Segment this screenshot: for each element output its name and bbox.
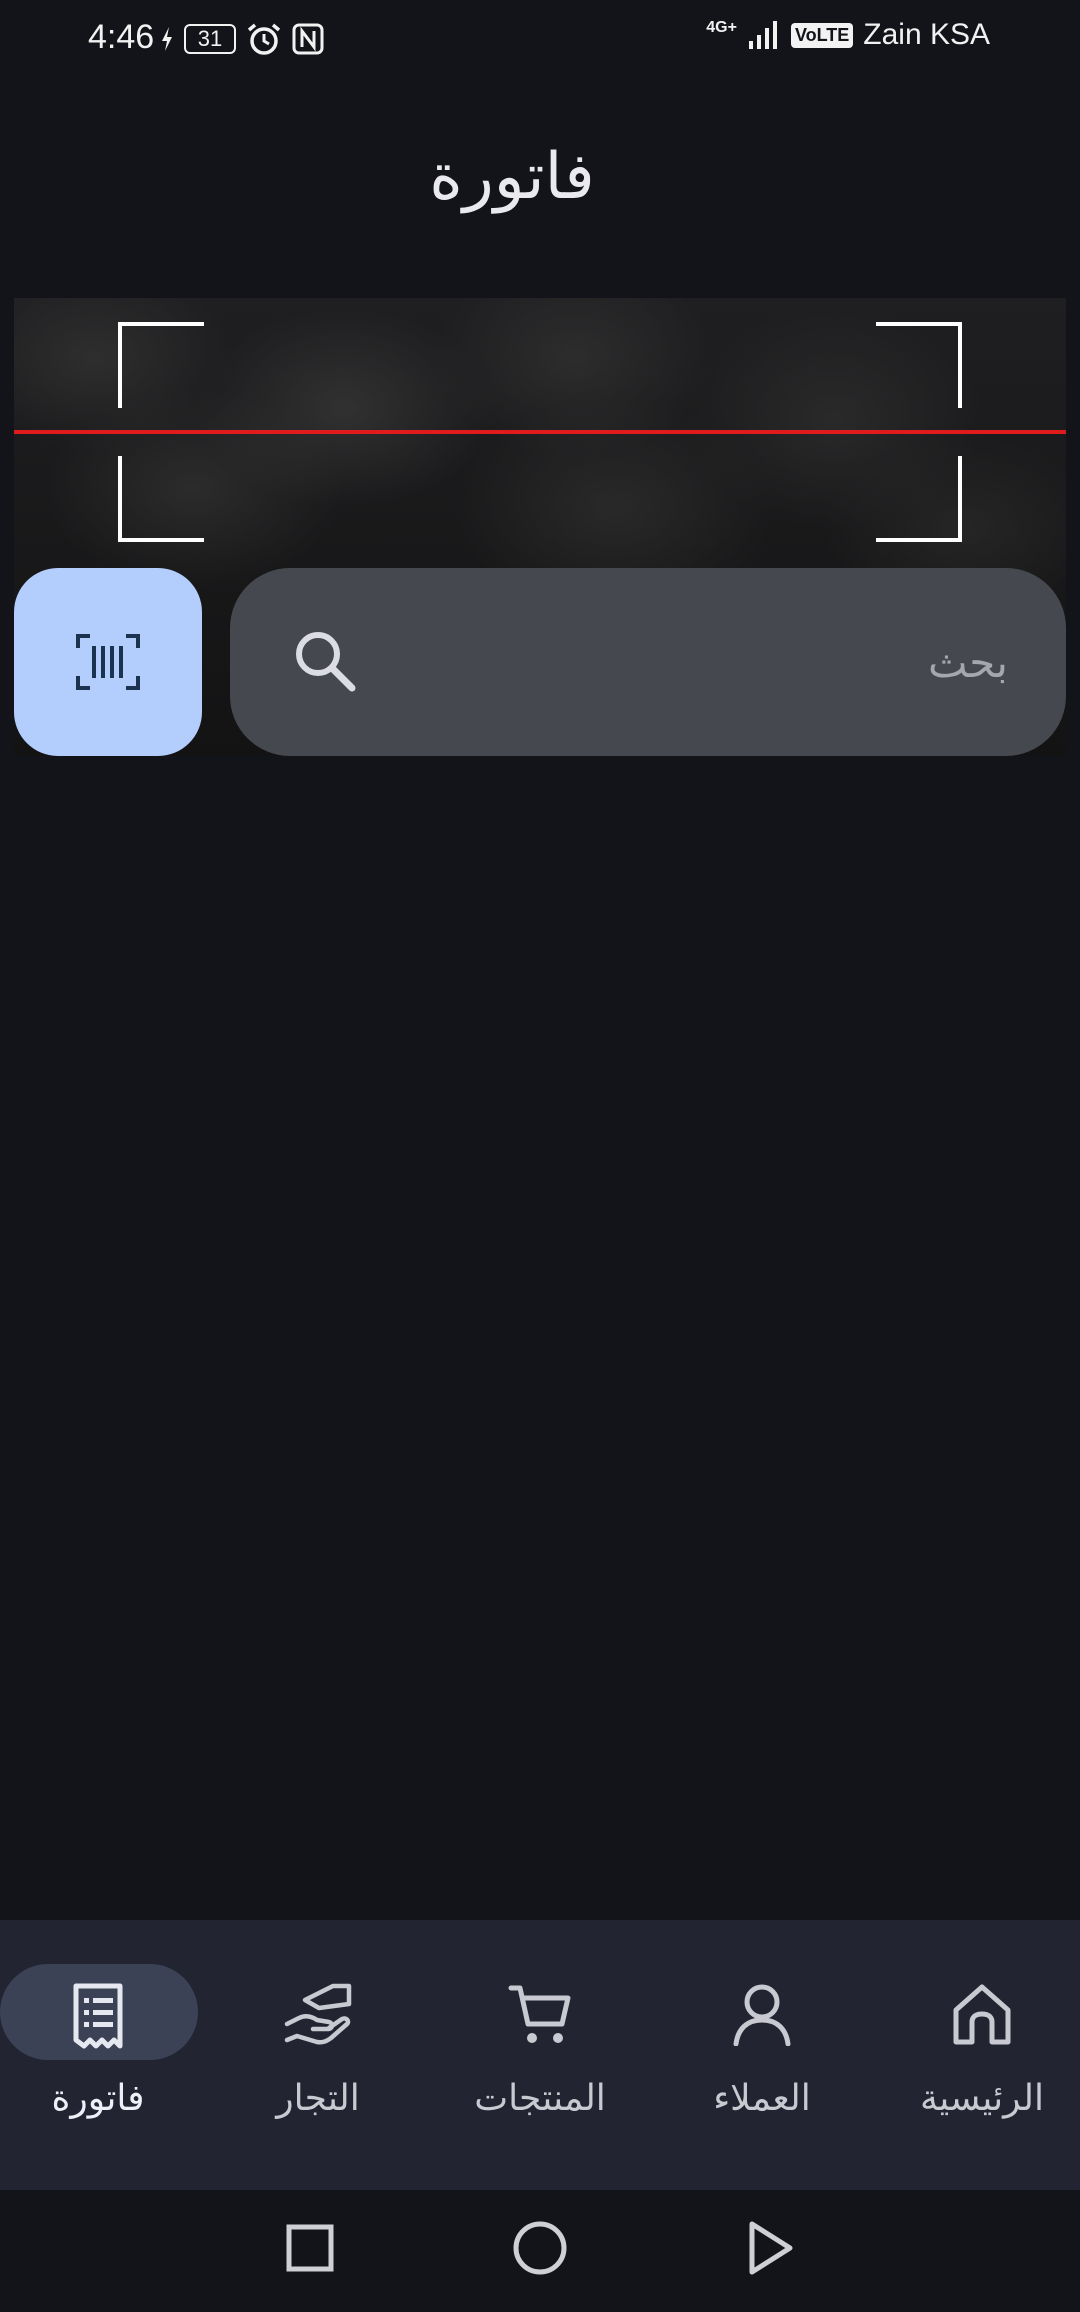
back-button[interactable]: [746, 2220, 794, 2280]
search-bar[interactable]: [230, 568, 1066, 756]
status-bar: 4:46 31 4G+ VoLTE Zain KSA: [0, 0, 1080, 80]
hand-icon: [283, 1982, 353, 2052]
scan-frame-corner-top-right: [876, 322, 962, 408]
bottom-navigation: فاتورة التجار المنتجات العملاء الرئيسية: [0, 1920, 1080, 2190]
nav-item-merchants[interactable]: التجار: [208, 1920, 428, 2190]
scan-frame-corner-bottom-left: [118, 456, 204, 542]
system-navigation-bar: [0, 2190, 1080, 2312]
nav-label: فاتورة: [51, 2078, 145, 2119]
scan-frame-corner-top-left: [118, 322, 204, 408]
nav-item-home[interactable]: الرئيسية: [872, 1920, 1080, 2190]
status-right: 4G+ VoLTE Zain KSA: [706, 18, 990, 52]
status-left-icons: 31: [160, 22, 324, 56]
scan-line: [14, 430, 1066, 434]
nav-item-invoice[interactable]: فاتورة: [0, 1920, 220, 2190]
scan-frame-corner-bottom-right: [876, 456, 962, 542]
square-icon: [286, 2224, 334, 2272]
barcode-icon: [76, 634, 140, 690]
nav-item-customers[interactable]: العملاء: [652, 1920, 872, 2190]
volte-badge: VoLTE: [790, 22, 854, 48]
alarm-icon: [247, 23, 281, 55]
receipt-icon: [68, 1982, 128, 2054]
person-icon: [732, 1982, 792, 2050]
triangle-back-icon: [749, 2221, 793, 2275]
cart-icon: [508, 1982, 572, 2050]
nav-item-products[interactable]: المنتجات: [430, 1920, 650, 2190]
network-type: 4G+: [706, 19, 737, 36]
barcode-scan-button[interactable]: [14, 568, 202, 756]
status-time: 4:46: [88, 18, 155, 56]
nfc-icon: [292, 23, 324, 55]
nav-label: الرئيسية: [920, 2078, 1044, 2119]
search-input[interactable]: [410, 622, 1010, 702]
home-button[interactable]: [512, 2220, 568, 2280]
recents-button[interactable]: [286, 2224, 334, 2276]
carrier-name: Zain KSA: [863, 18, 990, 51]
search-icon: [290, 626, 360, 700]
home-icon: [950, 1982, 1014, 2052]
nav-label: العملاء: [713, 2078, 811, 2119]
charging-icon: [162, 27, 172, 51]
nav-label: التجار: [276, 2078, 360, 2119]
signal-icon: [748, 21, 777, 49]
circle-icon: [513, 2221, 567, 2275]
battery-indicator: 31: [184, 24, 236, 54]
page-title: فاتورة: [429, 140, 595, 214]
nav-label: المنتجات: [474, 2078, 606, 2119]
